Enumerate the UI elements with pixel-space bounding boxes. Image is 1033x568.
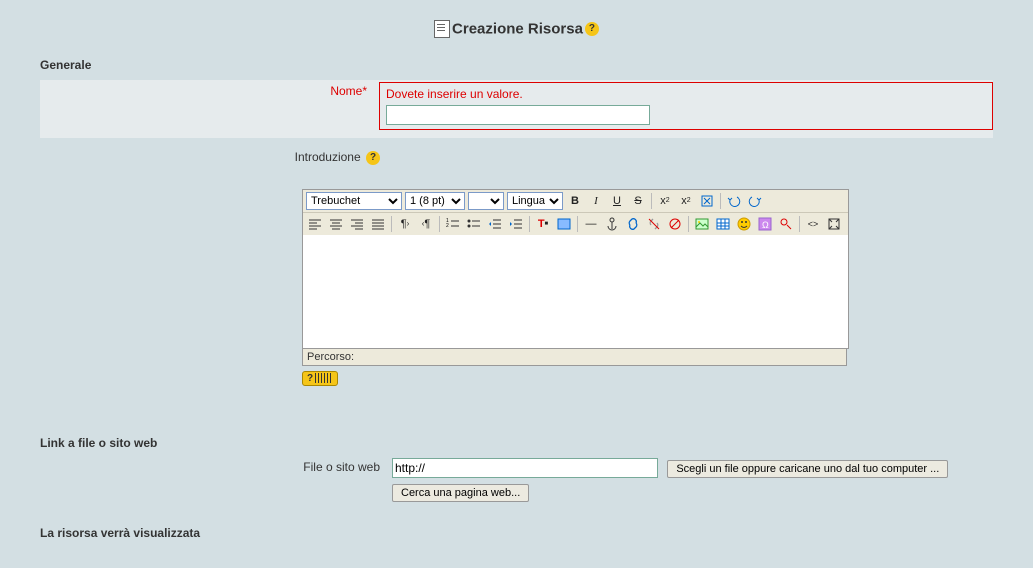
- fullscreen-icon[interactable]: [825, 215, 843, 233]
- align-justify-icon[interactable]: [369, 215, 387, 233]
- nome-error-box: Dovete inserire un valore.: [379, 82, 993, 130]
- svg-text:2: 2: [446, 223, 449, 229]
- align-right-icon[interactable]: [348, 215, 366, 233]
- lang-select[interactable]: Lingua: [507, 192, 563, 210]
- page-icon: [434, 20, 450, 38]
- ordered-list-icon[interactable]: 12: [444, 215, 462, 233]
- hr-icon[interactable]: —: [582, 215, 600, 233]
- section-generale: Generale: [40, 58, 993, 72]
- search-icon[interactable]: [777, 215, 795, 233]
- choose-file-button[interactable]: Scegli un file oppure caricane uno dal t…: [667, 460, 948, 478]
- nome-input[interactable]: [386, 105, 650, 125]
- strike-icon[interactable]: S: [629, 192, 647, 210]
- keyboard-help-button[interactable]: ?: [302, 371, 338, 386]
- unordered-list-icon[interactable]: [465, 215, 483, 233]
- outdent-icon[interactable]: [486, 215, 504, 233]
- rtl-icon[interactable]: ‹¶: [417, 215, 435, 233]
- unlink-icon[interactable]: [645, 215, 663, 233]
- bg-color-icon[interactable]: [555, 215, 573, 233]
- nolink-icon[interactable]: [666, 215, 684, 233]
- underline-icon[interactable]: U: [608, 192, 626, 210]
- file-label: File o sito web: [40, 458, 392, 474]
- help-icon[interactable]: ?: [585, 22, 599, 36]
- help-icon[interactable]: ?: [366, 151, 380, 165]
- redo-icon[interactable]: [746, 192, 764, 210]
- superscript-icon[interactable]: x2: [677, 192, 695, 210]
- undo-icon[interactable]: [725, 192, 743, 210]
- search-web-button[interactable]: Cerca una pagina web...: [392, 484, 529, 502]
- image-icon[interactable]: [693, 215, 711, 233]
- rich-text-editor: Trebuchet 1 (8 pt) Lingua B I U S x2 x2: [302, 189, 993, 386]
- editor-path-bar: Percorso:: [302, 349, 847, 366]
- source-icon[interactable]: <>: [804, 215, 822, 233]
- section-display: La risorsa verrà visualizzata: [40, 526, 993, 540]
- indent-icon[interactable]: [507, 215, 525, 233]
- clean-icon[interactable]: [698, 192, 716, 210]
- svg-text:Ω: Ω: [762, 220, 769, 230]
- nome-error-msg: Dovete inserire un valore.: [386, 87, 986, 101]
- align-left-icon[interactable]: [306, 215, 324, 233]
- text-color-icon[interactable]: T■: [534, 215, 552, 233]
- smiley-icon[interactable]: [735, 215, 753, 233]
- editor-textarea[interactable]: [302, 235, 849, 349]
- section-link: Link a file o sito web: [40, 436, 993, 450]
- table-icon[interactable]: [714, 215, 732, 233]
- char-icon[interactable]: Ω: [756, 215, 774, 233]
- font-select[interactable]: Trebuchet: [306, 192, 402, 210]
- introduzione-label: Introduzione ?: [40, 148, 392, 165]
- page-title-row: Creazione Risorsa?: [40, 20, 993, 38]
- heading-select[interactable]: [468, 192, 504, 210]
- file-url-input[interactable]: [392, 458, 658, 478]
- page-title: Creazione Risorsa: [452, 21, 583, 38]
- size-select[interactable]: 1 (8 pt): [405, 192, 465, 210]
- link-icon[interactable]: [624, 215, 642, 233]
- anchor-icon[interactable]: [603, 215, 621, 233]
- bold-icon[interactable]: B: [566, 192, 584, 210]
- nome-label: Nome*: [40, 82, 379, 98]
- editor-toolbar: Trebuchet 1 (8 pt) Lingua B I U S x2 x2: [302, 189, 849, 235]
- align-center-icon[interactable]: [327, 215, 345, 233]
- italic-icon[interactable]: I: [587, 192, 605, 210]
- subscript-icon[interactable]: x2: [656, 192, 674, 210]
- ltr-icon[interactable]: ¶›: [396, 215, 414, 233]
